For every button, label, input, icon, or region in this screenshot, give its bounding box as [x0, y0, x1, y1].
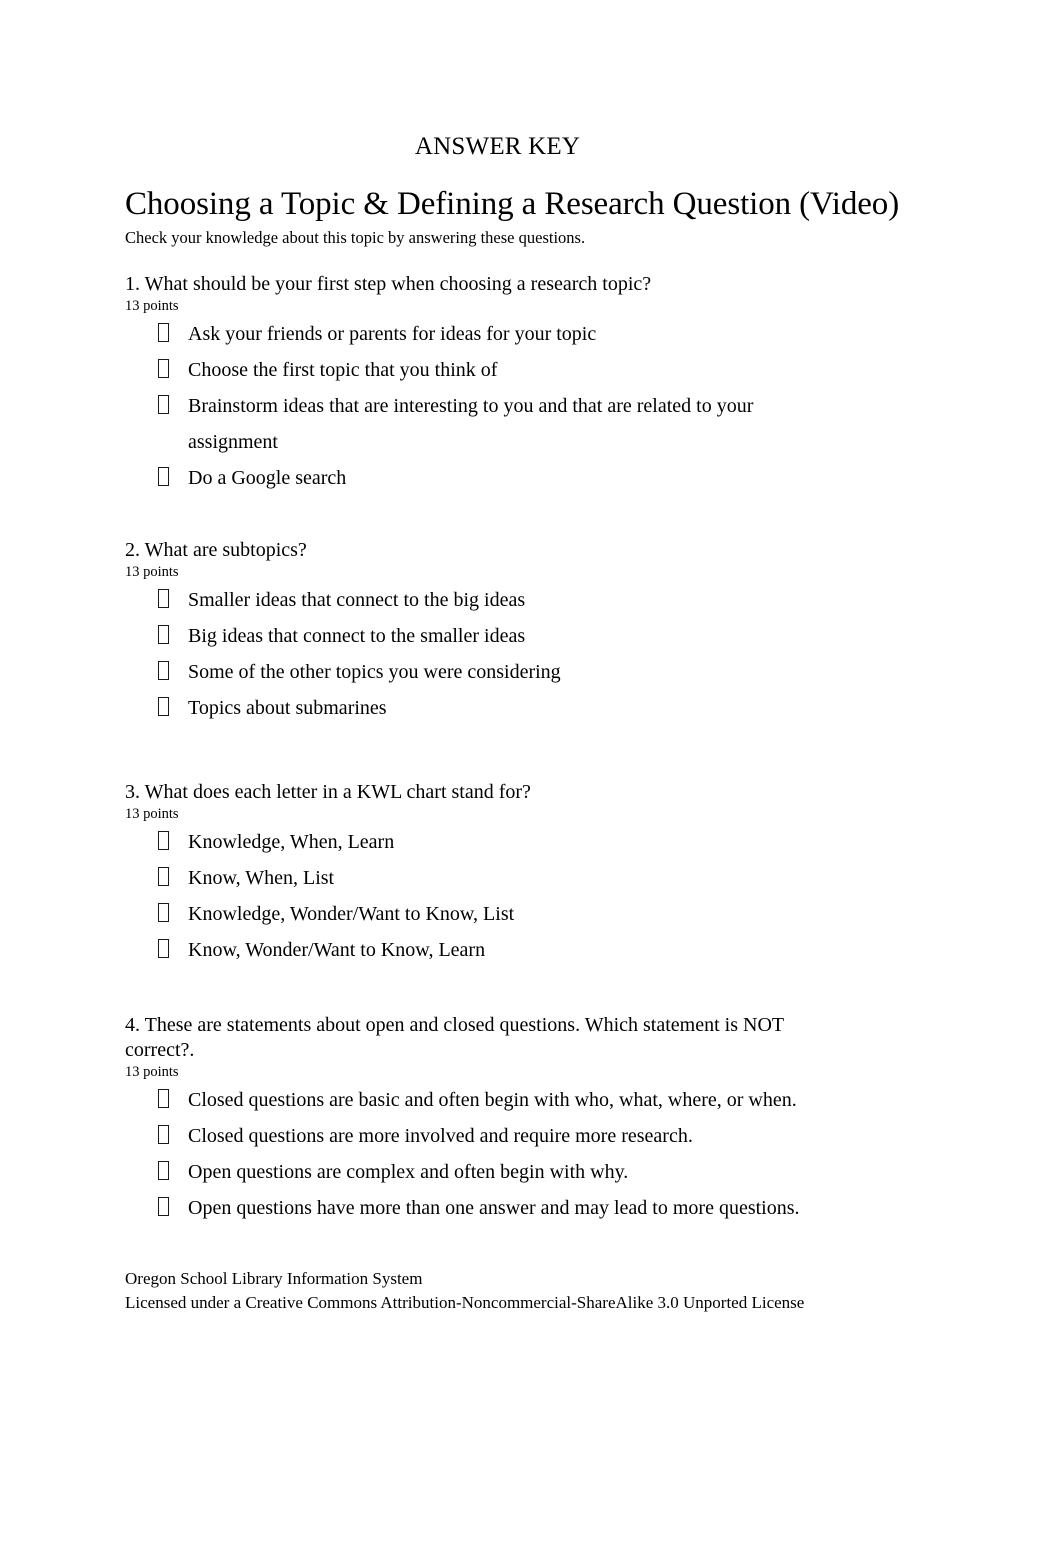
answer-option[interactable]: Open questions are complex and often beg…	[125, 1154, 825, 1190]
checkbox-icon[interactable]	[158, 1190, 188, 1226]
answer-options: Ask your friends or parents for ideas fo…	[125, 316, 836, 496]
answer-option[interactable]: Know, When, List	[125, 860, 825, 896]
checkbox-icon[interactable]	[158, 582, 188, 618]
answer-option[interactable]: Some of the other topics you were consid…	[125, 654, 825, 690]
question-text: 4. These are statements about open and c…	[125, 1014, 784, 1061]
page-title: Choosing a Topic & Defining a Research Q…	[125, 186, 900, 222]
question-block-1: 1. What should be your first step when c…	[125, 272, 836, 496]
answer-option[interactable]: Open questions have more than one answer…	[125, 1190, 825, 1226]
answer-option-label: Closed questions are basic and often beg…	[188, 1089, 797, 1111]
answer-option-label: Topics about submarines	[188, 697, 387, 719]
document-page: ANSWER KEY Choosing a Topic & Defining a…	[0, 0, 1062, 1561]
checkbox-icon[interactable]	[158, 618, 188, 654]
answer-option[interactable]: Closed questions are basic and often beg…	[125, 1082, 825, 1118]
answer-option[interactable]: Ask your friends or parents for ideas fo…	[125, 316, 836, 352]
checkbox-icon[interactable]	[158, 896, 188, 932]
answer-option-label: Big ideas that connect to the smaller id…	[188, 625, 526, 647]
question-points: 13 points	[125, 564, 179, 580]
answer-option-label: Smaller ideas that connect to the big id…	[188, 589, 526, 611]
answer-option-label: Know, When, List	[188, 867, 335, 889]
question-text: 1. What should be your first step when c…	[125, 273, 652, 295]
checkbox-icon[interactable]	[158, 460, 188, 496]
answer-option-label: Know, Wonder/Want to Know, Learn	[188, 939, 486, 961]
checkbox-icon[interactable]	[158, 654, 188, 690]
page-subtitle: Check your knowledge about this topic by…	[125, 228, 586, 247]
answer-option[interactable]: Know, Wonder/Want to Know, Learn	[125, 932, 825, 968]
answer-option-label: Knowledge, When, Learn	[188, 831, 395, 853]
answer-option[interactable]: Smaller ideas that connect to the big id…	[125, 582, 825, 618]
answer-option[interactable]: Brainstorm ideas that are interesting to…	[125, 388, 836, 460]
checkbox-icon[interactable]	[158, 1118, 188, 1154]
answer-options: Closed questions are basic and often beg…	[125, 1082, 825, 1226]
checkbox-icon[interactable]	[158, 352, 188, 388]
question-block-4: 4. These are statements about open and c…	[125, 1013, 825, 1226]
question-block-3: 3. What does each letter in a KWL chart …	[125, 780, 825, 968]
question-text: 3. What does each letter in a KWL chart …	[125, 781, 531, 803]
answer-options: Knowledge, When, Learn Know, When, List …	[125, 824, 825, 968]
answer-option[interactable]: Knowledge, When, Learn	[125, 824, 825, 860]
question-block-2: 2. What are subtopics? 13 points Smaller…	[125, 538, 825, 726]
answer-option-label: Choose the first topic that you think of	[188, 359, 498, 381]
checkbox-icon[interactable]	[158, 1082, 188, 1118]
checkbox-icon[interactable]	[158, 690, 188, 726]
answer-option-label: Ask your friends or parents for ideas fo…	[188, 323, 597, 345]
answer-option[interactable]: Big ideas that connect to the smaller id…	[125, 618, 825, 654]
answer-options: Smaller ideas that connect to the big id…	[125, 582, 825, 726]
checkbox-icon[interactable]	[158, 1154, 188, 1190]
answer-option[interactable]: Closed questions are more involved and r…	[125, 1118, 825, 1154]
answer-option[interactable]: Choose the first topic that you think of	[125, 352, 836, 388]
answer-option[interactable]: Topics about submarines	[125, 690, 825, 726]
answer-option-label: Knowledge, Wonder/Want to Know, List	[188, 903, 515, 925]
checkbox-icon[interactable]	[158, 824, 188, 860]
answer-option-label: Do a Google search	[188, 467, 347, 489]
question-points: 13 points	[125, 806, 179, 822]
checkbox-icon[interactable]	[158, 316, 188, 352]
answer-option-label: Some of the other topics you were consid…	[188, 661, 561, 683]
question-text: 2. What are subtopics?	[125, 539, 307, 561]
answer-option[interactable]: Do a Google search	[125, 460, 836, 496]
checkbox-icon[interactable]	[158, 932, 188, 968]
question-points: 13 points	[125, 1064, 179, 1080]
answer-option[interactable]: Knowledge, Wonder/Want to Know, List	[125, 896, 825, 932]
footer-license: Licensed under a Creative Commons Attrib…	[125, 1293, 805, 1312]
checkbox-icon[interactable]	[158, 860, 188, 896]
checkbox-icon[interactable]	[158, 388, 188, 424]
document-footer: Oregon School Library Information System…	[125, 1267, 935, 1315]
answer-key-heading: ANSWER KEY	[414, 133, 581, 160]
answer-option-label: Open questions are complex and often beg…	[188, 1161, 629, 1183]
answer-option-label: Closed questions are more involved and r…	[188, 1125, 693, 1147]
question-points: 13 points	[125, 298, 179, 314]
footer-organization: Oregon School Library Information System	[125, 1269, 423, 1288]
answer-option-label: Brainstorm ideas that are interesting to…	[188, 395, 754, 453]
answer-option-label: Open questions have more than one answer…	[188, 1197, 800, 1219]
